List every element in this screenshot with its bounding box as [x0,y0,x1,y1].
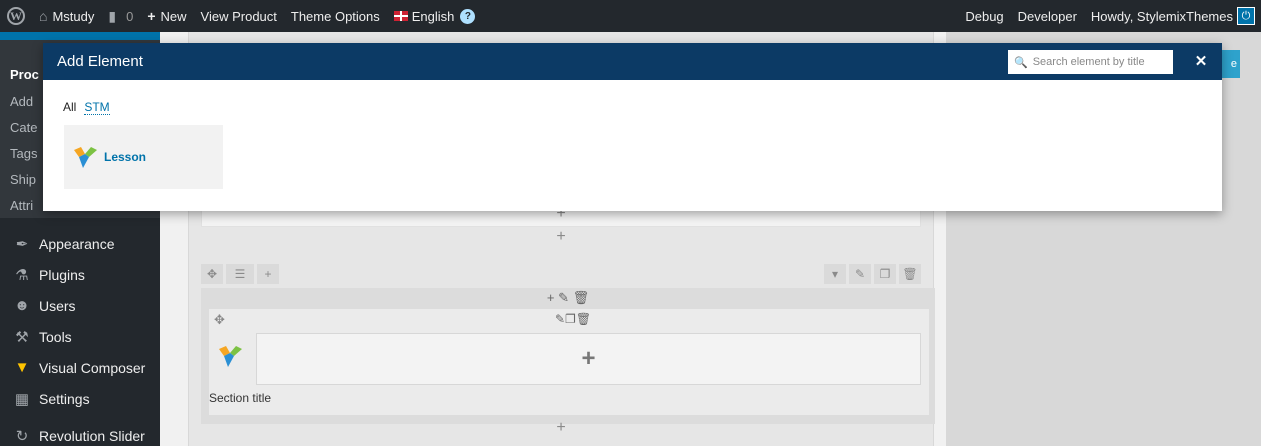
move-inner-icon[interactable]: ✥ [214,312,225,328]
sidebar-item-appearance[interactable]: ✒ Appearance [0,228,160,259]
new-content-menu[interactable]: + New [140,0,193,32]
theme-options-link[interactable]: Theme Options [284,0,387,32]
help-icon[interactable]: ? [460,8,476,24]
sidebar-item-label: Revolution Slider [39,427,145,444]
view-product-label: View Product [200,8,277,24]
sidebar-menu: ✒ Appearance ⚗ Plugins ☻ Users ⚒ Tools ▼… [0,228,160,446]
plus-icon: + [147,8,156,24]
wordpress-logo-menu[interactable]: W [0,0,32,32]
sidebar-item-settings[interactable]: ▦ Settings [0,383,160,414]
visual-composer-logo-icon [74,147,97,168]
uk-flag-icon [393,11,408,21]
add-row-icon[interactable]: + [189,228,933,246]
site-name-link[interactable]: ⌂ Mstudy [32,0,101,32]
clone-row-icon[interactable]: ❐ [874,264,896,284]
row-controls: ✥ ☰ + ▾ ✎ ❐ 🗑 [201,264,935,286]
column-area: + ✎ 🗑 ✥ ✎❐🗑 + Section title [201,288,935,424]
row-layout-icon[interactable]: ☰ [226,264,254,284]
site-name-label: Mstudy [52,8,95,24]
modal-header: Add Element 🔍 Search element by title ✕ [43,43,1222,80]
close-icon[interactable]: ✕ [1189,49,1213,73]
sidebar-item-label: Users [39,297,76,314]
comments-count: 0 [126,8,134,24]
plug-icon: ⚗ [15,266,29,284]
howdy-label: Howdy, StylemixThemes [1090,8,1233,24]
products-menu-highlight [0,32,160,40]
wrench-icon: ⚒ [15,328,29,346]
visual-composer-logo-icon [219,346,242,367]
new-label: New [160,8,187,24]
refresh-icon: ↻ [15,427,29,445]
toggle-row-icon[interactable]: ▾ [824,264,846,284]
admin-bar: W ⌂ Mstudy ▮ 0 + New View Product Theme … [0,0,1261,32]
sidebar-item-revolution-slider[interactable]: ↻ Revolution Slider [0,420,160,446]
paint-brush-icon: ✒ [15,235,29,253]
comments-link[interactable]: ▮ 0 [101,0,140,32]
delete-row-icon[interactable]: 🗑 [899,264,921,284]
inner-controls[interactable]: ✎❐🗑 [555,312,591,326]
sidebar-item-label: Plugins [39,266,85,283]
theme-options-label: Theme Options [290,8,380,24]
users-icon: ☻ [14,297,30,314]
settings-icon: ▦ [14,390,30,408]
visual-composer-icon: ▼ [14,359,30,376]
sidebar-item-plugins[interactable]: ⚗ Plugins [0,259,160,290]
add-column-icon[interactable]: + [257,264,279,284]
element-category-tabs: All STM [63,100,110,115]
language-switcher[interactable]: English ? [387,0,483,32]
add-bottom-icon[interactable]: + [189,419,933,437]
tab-stm[interactable]: STM [84,100,110,115]
comment-bubble-icon: ▮ [108,7,117,24]
tab-all[interactable]: All [63,100,76,115]
home-icon: ⌂ [39,8,48,24]
debug-label: Debug [965,8,1004,24]
sidebar-item-label: Appearance [39,235,115,252]
wordpress-icon: W [7,7,25,25]
section-title: Section title [209,391,272,405]
sidebar-item-label: Visual Composer [39,359,146,376]
sidebar-item-tools[interactable]: ⚒ Tools [0,321,160,352]
column-controls[interactable]: + ✎ 🗑 [201,290,935,306]
inner-section: ✥ ✎❐🗑 + Section title [209,309,929,415]
developer-link[interactable]: Developer [1011,0,1084,32]
language-label: English [411,8,455,24]
update-button[interactable]: e [1220,50,1240,78]
sidebar-item-users[interactable]: ☻ Users [0,290,160,321]
search-icon: 🔍 [1014,56,1028,69]
search-element-input[interactable]: 🔍 Search element by title [1008,50,1173,74]
add-element-placeholder[interactable]: + [256,333,921,385]
sidebar-item-label: Tools [39,328,72,345]
account-menu[interactable]: Howdy, StylemixThemes ⏻ [1084,0,1257,32]
edit-row-icon[interactable]: ✎ [849,264,871,284]
add-element-modal: Add Element 🔍 Search element by title ✕ … [43,43,1222,211]
sidebar-item-label: Settings [39,390,90,407]
view-product-link[interactable]: View Product [194,0,284,32]
sidebar-item-visual-composer[interactable]: ▼ Visual Composer [0,352,160,383]
element-card-label: Lesson [104,150,147,164]
debug-link[interactable]: Debug [958,0,1010,32]
power-icon[interactable]: ⏻ [1237,7,1255,25]
developer-label: Developer [1017,8,1077,24]
search-placeholder: Search element by title [1032,56,1145,68]
move-row-icon[interactable]: ✥ [201,264,223,284]
modal-title: Add Element [57,53,143,70]
element-card-lesson[interactable]: Lesson [64,125,223,189]
